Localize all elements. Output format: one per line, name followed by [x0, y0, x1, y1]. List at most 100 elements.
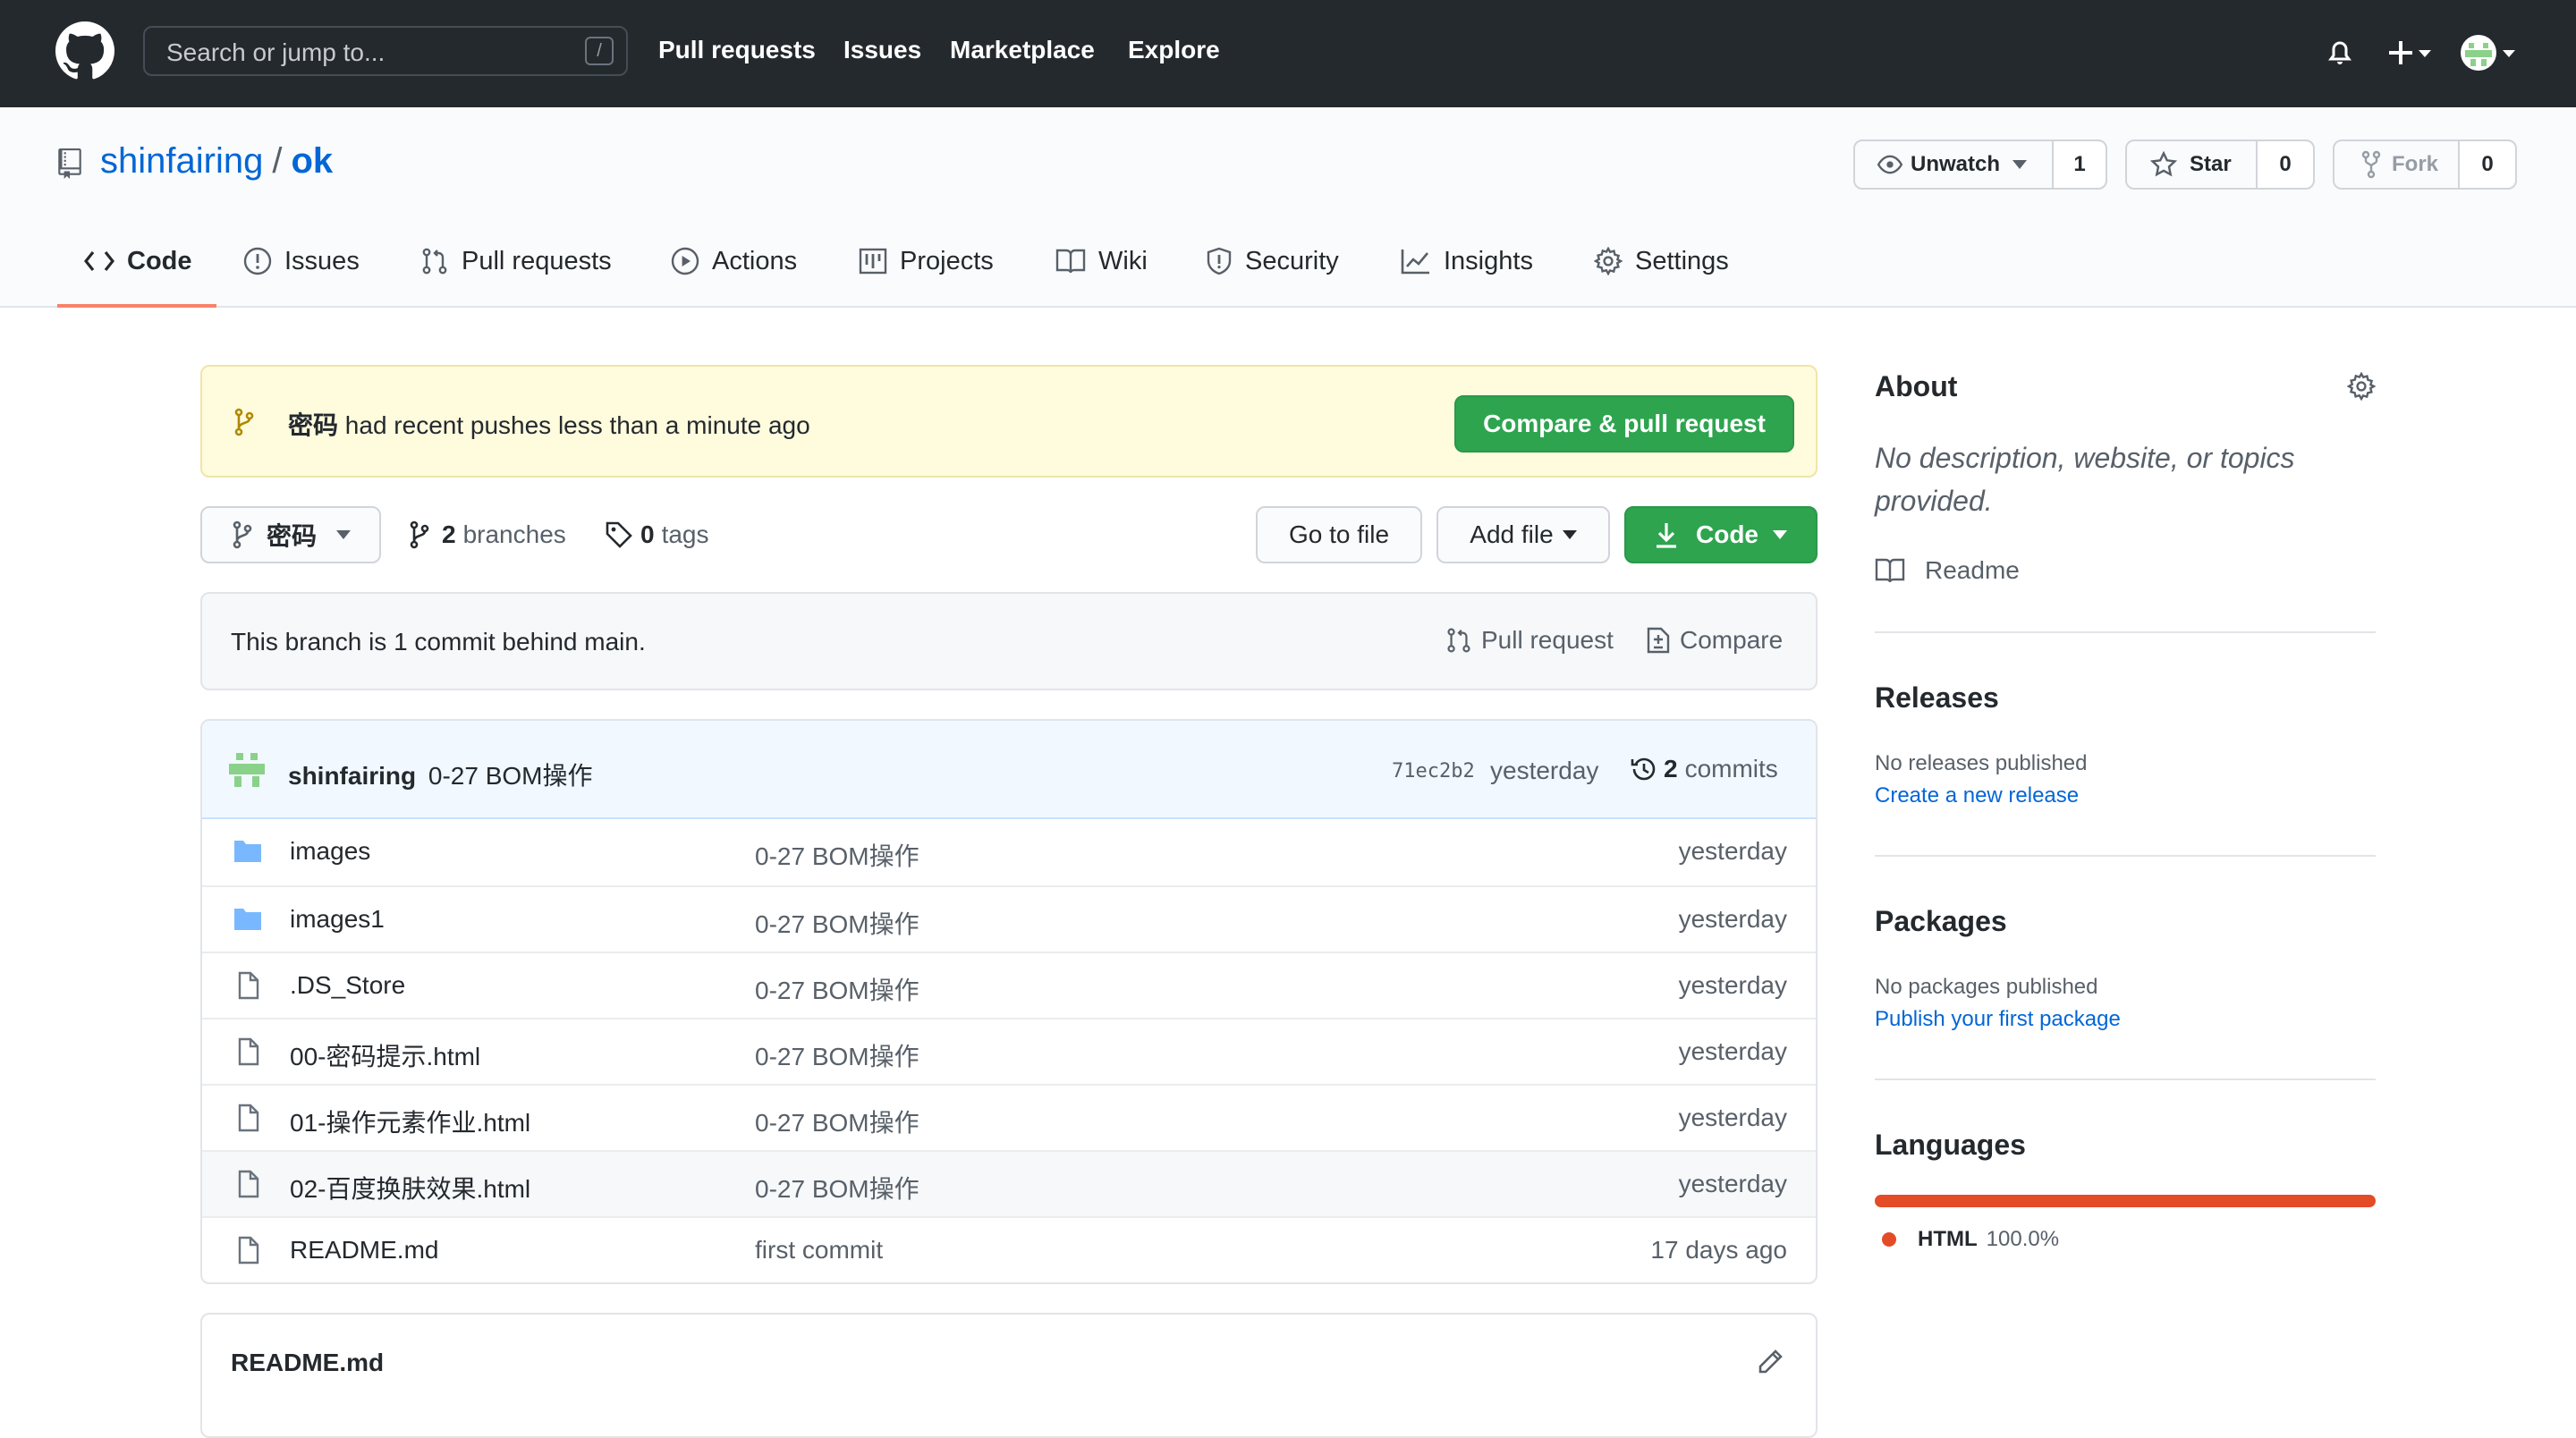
- tab-projects[interactable]: Projects: [859, 234, 994, 288]
- add-file-label: Add file: [1470, 520, 1554, 548]
- repo-header: shinfairing / ok Unwatch 1 Star 0 Fork 0…: [0, 107, 2576, 308]
- branch-behind-text: This branch is 1 commit behind main.: [231, 628, 646, 656]
- fork-icon: [2361, 150, 2381, 179]
- active-tab-underline: [57, 304, 216, 308]
- code-icon: [84, 251, 114, 271]
- language-percent: 100.0%: [1986, 1227, 2060, 1251]
- diff-icon: [1647, 627, 1670, 654]
- compare-link[interactable]: Compare: [1646, 626, 1783, 655]
- commit-author-link[interactable]: shinfairing: [288, 762, 416, 790]
- fork-button[interactable]: Fork: [2334, 141, 2460, 188]
- file-name-link[interactable]: 02-百度换肤效果.html: [290, 1170, 530, 1205]
- file-commit-message-link[interactable]: 0-27 BOM操作: [755, 1170, 919, 1205]
- tab-insights-label: Insights: [1444, 246, 1533, 275]
- nav-marketplace[interactable]: Marketplace: [950, 36, 1095, 64]
- nav-issues[interactable]: Issues: [843, 36, 921, 64]
- plus-icon[interactable]: [2386, 38, 2433, 68]
- nav-pull-requests[interactable]: Pull requests: [658, 36, 816, 64]
- tab-settings-label: Settings: [1635, 246, 1729, 275]
- language-bar-html-segment: [1875, 1195, 2376, 1207]
- pushed-branch-name[interactable]: 密码: [288, 411, 338, 439]
- code-download-button[interactable]: Code: [1624, 506, 1818, 563]
- pull-request-link[interactable]: Pull request: [1445, 626, 1614, 655]
- tab-issues[interactable]: Issues: [243, 234, 360, 288]
- tab-security[interactable]: Security: [1206, 234, 1339, 288]
- shield-icon: [1207, 247, 1232, 275]
- add-file-button[interactable]: Add file: [1436, 506, 1610, 563]
- github-logo-icon[interactable]: [55, 21, 114, 80]
- compare-pull-request-button[interactable]: Compare & pull request: [1454, 395, 1794, 453]
- caret-down-icon: [1773, 530, 1787, 539]
- unwatch-button[interactable]: Unwatch: [1855, 141, 2054, 188]
- file-name-link[interactable]: 01-操作元素作业.html: [290, 1104, 530, 1139]
- file-row[interactable]: 01-操作元素作业.html 0-27 BOM操作 yesterday: [202, 1084, 1816, 1150]
- stargazers-count[interactable]: 0: [2258, 141, 2313, 188]
- watchers-count[interactable]: 1: [2054, 141, 2106, 188]
- commits-history-link[interactable]: 2 commits: [1630, 755, 1778, 783]
- search-input[interactable]: Search or jump to... /: [143, 26, 628, 76]
- file-commit-message-link[interactable]: 0-27 BOM操作: [755, 1104, 919, 1139]
- file-row[interactable]: 00-密码提示.html 0-27 BOM操作 yesterday: [202, 1018, 1816, 1084]
- tab-wiki[interactable]: Wiki: [1055, 234, 1148, 288]
- commit-sha-link[interactable]: 71ec2b2: [1392, 760, 1475, 782]
- file-row[interactable]: images 0-27 BOM操作 yesterday: [202, 819, 1816, 885]
- file-row[interactable]: images1 0-27 BOM操作 yesterday: [202, 885, 1816, 952]
- branches-link[interactable]: 2 branches: [410, 520, 566, 549]
- packages-heading[interactable]: Packages: [1875, 905, 2007, 938]
- commit-message-link[interactable]: 0-27 BOM操作: [428, 762, 593, 790]
- tab-settings[interactable]: Settings: [1594, 234, 1729, 288]
- file-icon: [233, 1236, 263, 1265]
- readme-title: README.md: [231, 1349, 385, 1376]
- sidebar-divider: [1875, 855, 2376, 857]
- pull-request-label: Pull request: [1481, 626, 1614, 654]
- branch-icon: [410, 520, 429, 549]
- file-name-link[interactable]: README.md: [290, 1236, 438, 1265]
- branch-select-button[interactable]: 密码: [200, 506, 381, 563]
- avatar-menu[interactable]: [2460, 34, 2517, 72]
- file-name-link[interactable]: 00-密码提示.html: [290, 1037, 480, 1073]
- readme-link-label: Readme: [1925, 556, 2020, 584]
- play-icon: [671, 247, 699, 275]
- file-commit-message-link[interactable]: 0-27 BOM操作: [755, 971, 919, 1007]
- tab-code[interactable]: Code: [84, 234, 192, 288]
- publish-package-link[interactable]: Publish your first package: [1875, 1007, 2121, 1032]
- repo-name-link[interactable]: ok: [291, 141, 333, 182]
- go-to-file-button[interactable]: Go to file: [1256, 506, 1422, 563]
- no-packages-text: No packages published: [1875, 975, 2098, 999]
- file-commit-message-link[interactable]: 0-27 BOM操作: [755, 905, 919, 941]
- bell-icon[interactable]: [2326, 38, 2354, 68]
- file-commit-message-link[interactable]: 0-27 BOM操作: [755, 837, 919, 873]
- file-commit-message-link[interactable]: 0-27 BOM操作: [755, 1037, 919, 1073]
- gear-icon[interactable]: [2347, 372, 2376, 401]
- branch-icon: [233, 520, 252, 549]
- file-row[interactable]: .DS_Store 0-27 BOM操作 yesterday: [202, 952, 1816, 1018]
- tab-insights[interactable]: Insights: [1401, 234, 1533, 288]
- file-age: yesterday: [1678, 1104, 1787, 1131]
- create-release-link[interactable]: Create a new release: [1875, 783, 2079, 808]
- watch-button-group: Unwatch 1: [1853, 140, 2107, 190]
- forks-count[interactable]: 0: [2460, 141, 2515, 188]
- language-item-html[interactable]: HTML 100.0%: [1882, 1227, 2059, 1252]
- repo-owner-link[interactable]: shinfairing: [100, 141, 263, 182]
- file-name-link[interactable]: images1: [290, 905, 385, 934]
- tab-pull-requests[interactable]: Pull requests: [420, 234, 612, 288]
- tab-actions[interactable]: Actions: [671, 234, 797, 288]
- nav-explore[interactable]: Explore: [1128, 36, 1220, 64]
- file-name-link[interactable]: .DS_Store: [290, 971, 405, 1000]
- file-row[interactable]: README.md first commit 17 days ago: [202, 1216, 1816, 1282]
- unwatch-label: Unwatch: [1911, 152, 2001, 176]
- file-name-link[interactable]: images: [290, 837, 370, 866]
- pencil-icon[interactable]: [1757, 1349, 1784, 1375]
- star-button[interactable]: Star: [2127, 141, 2258, 188]
- caret-down-icon: [2012, 160, 2028, 169]
- folder-icon: [233, 837, 263, 864]
- tags-link[interactable]: 0 tags: [605, 520, 709, 549]
- folder-icon: [233, 905, 263, 932]
- file-age: 17 days ago: [1650, 1236, 1787, 1264]
- releases-heading[interactable]: Releases: [1875, 681, 1999, 715]
- branch-status-box: This branch is 1 commit behind main. Pul…: [200, 592, 1818, 690]
- file-commit-message-link[interactable]: first commit: [755, 1236, 883, 1265]
- readme-link[interactable]: Readme: [1875, 556, 2020, 585]
- author-avatar[interactable]: [227, 749, 267, 789]
- file-row[interactable]: 02-百度换肤效果.html 0-27 BOM操作 yesterday: [202, 1150, 1816, 1216]
